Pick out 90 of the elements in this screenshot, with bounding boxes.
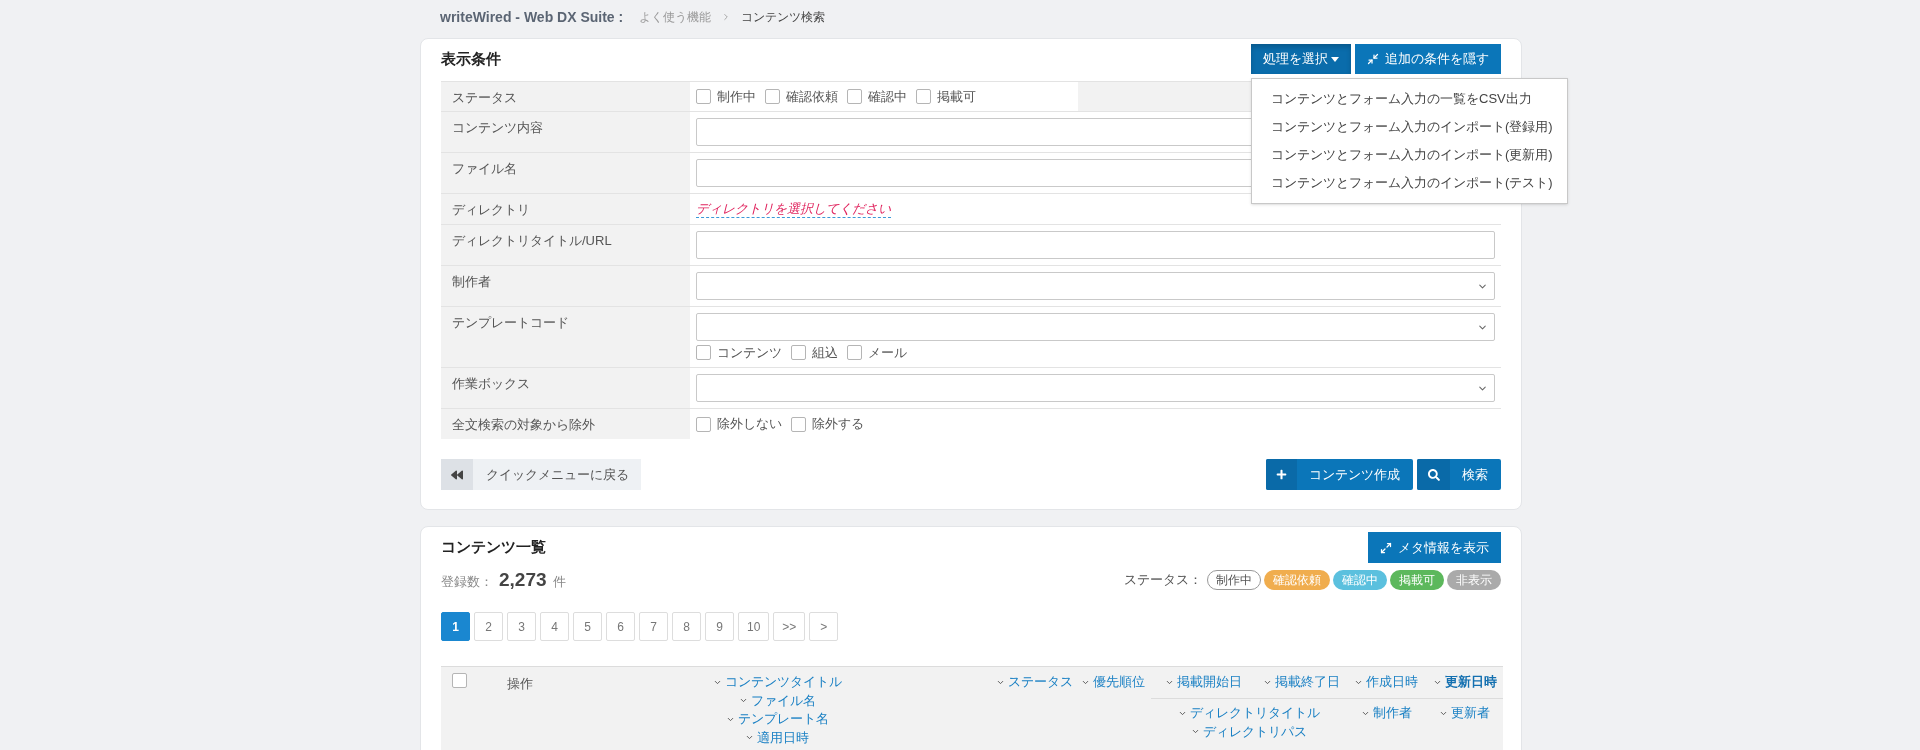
- column-header: 操作: [507, 676, 533, 691]
- checkbox[interactable]: [696, 416, 711, 432]
- checkbox-label: 除外しない: [717, 415, 782, 434]
- checkbox[interactable]: [452, 673, 467, 688]
- status-badge: 掲載可: [1390, 570, 1444, 590]
- sort-link[interactable]: ファイル名: [738, 691, 816, 710]
- field-label: 全文検索の対象から除外: [441, 409, 690, 439]
- sort-link[interactable]: ディレクトリパス: [1190, 722, 1307, 741]
- status-badge: 確認中: [1333, 570, 1387, 590]
- checkbox-label: 制作中: [717, 87, 756, 106]
- directory-select-link[interactable]: ディレクトリを選択してください: [696, 200, 891, 218]
- page-button[interactable]: 9: [705, 612, 734, 641]
- checkbox[interactable]: [696, 89, 711, 104]
- checkbox-label: 確認中: [868, 87, 907, 106]
- page-button[interactable]: 6: [606, 612, 635, 641]
- page-button[interactable]: 4: [540, 612, 569, 641]
- expand-arrows-icon: [1380, 541, 1392, 554]
- sort-link[interactable]: 更新日時: [1432, 673, 1497, 692]
- sort-link[interactable]: 掲載開始日: [1165, 673, 1242, 692]
- checkbox-label: コンテンツ: [717, 343, 782, 362]
- action-select-button[interactable]: 処理を選択: [1251, 44, 1351, 74]
- menu-item[interactable]: コンテンツとフォーム入力のインポート(更新用): [1252, 141, 1567, 169]
- checkbox[interactable]: [916, 89, 931, 104]
- page-button[interactable]: 1: [441, 612, 470, 641]
- select-field[interactable]: [696, 313, 1495, 341]
- status-badge: 制作中: [1207, 570, 1261, 590]
- plus-icon: [1276, 469, 1287, 480]
- menu-item[interactable]: コンテンツとフォーム入力の一覧をCSV出力: [1252, 85, 1567, 113]
- page-button[interactable]: 3: [507, 612, 536, 641]
- page-button[interactable]: 10: [738, 612, 770, 641]
- field-label: ディレクトリタイトル/URL: [441, 225, 690, 265]
- sort-link[interactable]: 掲載終了日: [1262, 673, 1340, 692]
- collapse-arrows-icon: [1367, 53, 1379, 65]
- status-badge: 確認依頼: [1264, 570, 1330, 590]
- checkbox[interactable]: [696, 345, 711, 360]
- field-label: ステータス: [441, 82, 690, 111]
- checkbox[interactable]: [791, 416, 806, 432]
- sort-link[interactable]: 適用日時: [745, 728, 809, 747]
- checkbox[interactable]: [791, 345, 806, 360]
- field-label: テンプレートコード: [441, 307, 690, 367]
- sort-link[interactable]: 作成日時: [1354, 673, 1418, 692]
- select-field[interactable]: [696, 374, 1495, 402]
- search-button[interactable]: 検索: [1417, 459, 1501, 490]
- count-value: 2,273: [499, 567, 547, 592]
- sort-link[interactable]: ステータス: [995, 673, 1073, 692]
- text-input[interactable]: [696, 231, 1495, 259]
- checkbox-label: 組込: [812, 343, 838, 362]
- checkbox-label: 除外する: [812, 415, 864, 434]
- app-title: writeWired - Web DX Suite :: [440, 7, 624, 27]
- field-label: コンテンツ内容: [441, 112, 690, 152]
- sort-link[interactable]: コンテンツタイトル: [712, 673, 842, 692]
- breadcrumb-item[interactable]: よく使う機能: [639, 8, 712, 26]
- rewind-icon: [451, 468, 463, 481]
- page-button[interactable]: >>: [773, 612, 806, 641]
- panel-title: コンテンツ一覧: [441, 537, 546, 558]
- field-label: ディレクトリ: [441, 194, 690, 224]
- checkbox[interactable]: [847, 89, 862, 104]
- field-label: ファイル名: [441, 153, 690, 193]
- breadcrumb-item: コンテンツ検索: [741, 9, 826, 26]
- page-button[interactable]: 2: [474, 612, 503, 641]
- page-button[interactable]: >: [809, 612, 839, 641]
- select-field[interactable]: [696, 272, 1495, 300]
- sort-link[interactable]: 更新者: [1439, 704, 1490, 723]
- checkbox-label: メール: [868, 343, 907, 362]
- create-content-button[interactable]: コンテンツ作成: [1266, 459, 1413, 490]
- sort-link[interactable]: テンプレート名: [725, 710, 829, 729]
- field-label: 作業ボックス: [441, 368, 690, 408]
- checkbox-label: 掲載可: [937, 87, 976, 106]
- show-meta-button[interactable]: メタ情報を表示: [1368, 532, 1501, 563]
- sort-link[interactable]: ディレクトリタイトル: [1177, 704, 1320, 723]
- menu-item[interactable]: コンテンツとフォーム入力のインポート(テスト): [1252, 169, 1567, 197]
- back-button[interactable]: クイックメニューに戻る: [441, 459, 641, 490]
- field-label: 制作者: [441, 266, 690, 306]
- status-badge: 非表示: [1447, 570, 1501, 590]
- legend-label: ステータス：: [1124, 571, 1202, 590]
- panel-title: 表示条件: [441, 48, 501, 69]
- menu-item[interactable]: コンテンツとフォーム入力のインポート(登録用): [1252, 113, 1567, 141]
- hide-conditions-button[interactable]: 追加の条件を隠す: [1355, 44, 1501, 74]
- search-icon: [1427, 468, 1440, 481]
- page-button[interactable]: 7: [639, 612, 668, 641]
- page-button[interactable]: 8: [672, 612, 701, 641]
- count-unit: 件: [552, 572, 566, 591]
- checkbox-label: 確認依頼: [786, 87, 838, 106]
- checkbox[interactable]: [765, 89, 780, 104]
- count-label: 登録数：: [441, 572, 493, 591]
- sort-link[interactable]: 制作者: [1360, 704, 1412, 723]
- sort-link[interactable]: 優先順位: [1081, 673, 1145, 692]
- caret-down-icon: [1331, 56, 1339, 62]
- checkbox[interactable]: [847, 345, 862, 360]
- page-button[interactable]: 5: [573, 612, 602, 641]
